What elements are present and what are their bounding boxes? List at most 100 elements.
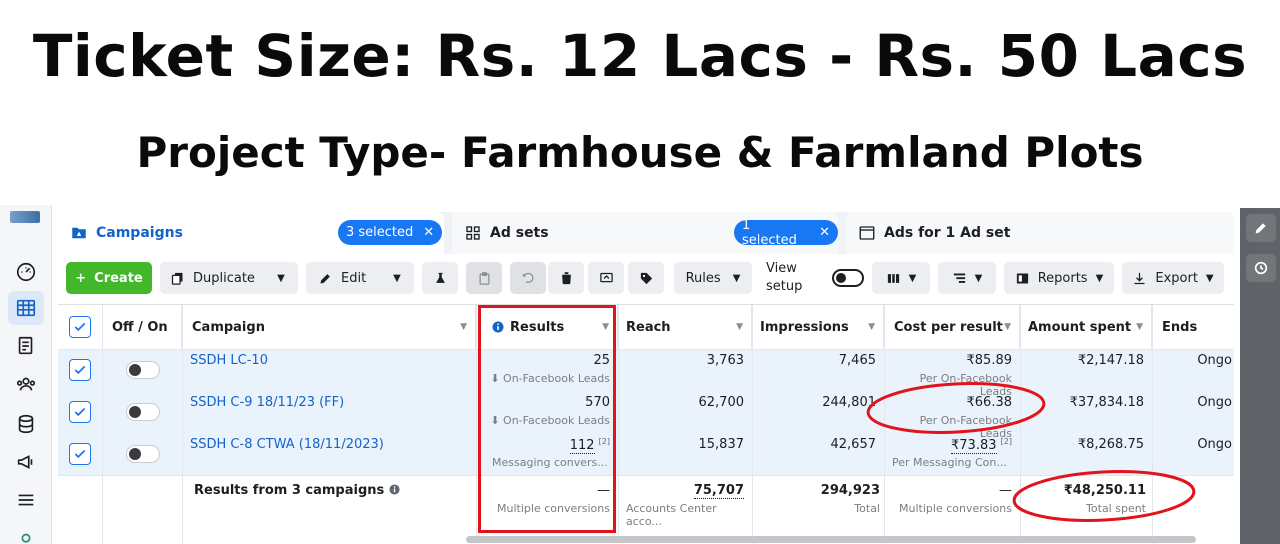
- close-icon[interactable]: ✕: [819, 225, 830, 240]
- download-icon: [1134, 272, 1145, 284]
- cost-per-result-value-text[interactable]: ₹73.83: [951, 438, 997, 455]
- totals-results-value: —: [597, 483, 610, 498]
- share-preview-button[interactable]: [588, 262, 624, 294]
- edit-label: Edit: [341, 270, 367, 286]
- tab-ads[interactable]: Ads for 1 Ad set: [846, 212, 1234, 254]
- close-icon[interactable]: ✕: [423, 225, 434, 240]
- campaigns-selected-count: 3 selected: [346, 225, 414, 240]
- totals-reach-text[interactable]: 75,707: [693, 483, 744, 499]
- campaign-toggle[interactable]: [126, 445, 160, 463]
- campaign-name-link[interactable]: SSDH C-9 18/11/23 (FF): [190, 395, 344, 410]
- menu-icon[interactable]: [8, 483, 44, 517]
- page-title: Ticket Size: Rs. 12 Lacs - Rs. 50 Lacs: [32, 22, 1248, 90]
- caret-down-icon: ▼: [732, 272, 741, 284]
- reports-button[interactable]: Reports ▼: [1004, 262, 1114, 294]
- totals-results-subtitle: Multiple conversions: [497, 502, 610, 515]
- tag-button[interactable]: [628, 262, 664, 294]
- adsets-selected-badge[interactable]: 1 selected ✕: [734, 217, 838, 248]
- ends-value: Ongo: [1197, 353, 1232, 368]
- row-checkbox[interactable]: [69, 443, 91, 465]
- pages-icon[interactable]: [8, 329, 44, 363]
- clipboard-icon: [479, 271, 489, 285]
- delete-button[interactable]: [548, 262, 584, 294]
- header-campaign[interactable]: Campaign ▼: [192, 305, 476, 349]
- results-subtitle-text: On-Facebook Leads: [503, 372, 610, 385]
- header-impressions[interactable]: Impressions ▼: [760, 305, 884, 349]
- caret-down-icon: ▼: [736, 322, 743, 332]
- header-campaign-label: Campaign: [192, 319, 265, 335]
- trash-icon: [561, 271, 571, 284]
- campaign-toggle[interactable]: [126, 403, 160, 421]
- caret-down-icon: ▼: [868, 322, 875, 332]
- amount-spent-value: ₹8,268.75: [1077, 437, 1144, 452]
- megaphone-icon[interactable]: [8, 445, 44, 479]
- audiences-icon[interactable]: [8, 367, 44, 401]
- check-icon: [74, 449, 86, 459]
- location-icon[interactable]: [8, 523, 44, 544]
- info-icon[interactable]: [389, 484, 400, 495]
- reports-label: Reports: [1037, 270, 1088, 286]
- caret-down-icon: ▼: [393, 272, 401, 284]
- ends-value: Ongo: [1197, 395, 1232, 410]
- adsets-selected-count: 1 selected: [742, 217, 797, 248]
- dashboard-icon[interactable]: [8, 255, 44, 289]
- create-button[interactable]: + Create: [66, 262, 152, 294]
- clipboard-button[interactable]: [466, 262, 502, 294]
- clock-icon[interactable]: [1246, 254, 1276, 282]
- header-results[interactable]: Results ▼: [486, 305, 618, 349]
- columns-button[interactable]: ▼: [872, 262, 930, 294]
- tab-ads-label: Ads for 1 Ad set: [884, 225, 1011, 241]
- results-value-text[interactable]: 112: [569, 438, 595, 455]
- campaigns-selected-badge[interactable]: 3 selected ✕: [338, 220, 443, 245]
- pencil-icon[interactable]: [1246, 214, 1276, 242]
- duplicate-label: Duplicate: [193, 270, 255, 286]
- edit-dropdown-button[interactable]: ▼: [380, 262, 414, 294]
- table-grid-icon[interactable]: [8, 291, 44, 325]
- totals-amount-spent-subtitle: Total spent: [1086, 502, 1146, 515]
- tab-adsets[interactable]: Ad sets 1 selected ✕: [452, 212, 838, 254]
- tag-icon: [640, 272, 652, 284]
- reach-value: 62,700: [698, 395, 745, 410]
- row-checkbox[interactable]: [69, 401, 91, 423]
- cost-per-result-value: ₹85.89: [966, 353, 1013, 368]
- create-label: Create: [94, 270, 143, 286]
- campaign-name-link[interactable]: SSDH C-8 CTWA (18/11/2023): [190, 437, 384, 452]
- undo-button[interactable]: [510, 262, 546, 294]
- row-checkbox[interactable]: [69, 359, 91, 381]
- cost-per-result-value: ₹66.38: [966, 395, 1013, 410]
- header-reach[interactable]: Reach ▼: [626, 305, 752, 349]
- caret-down-icon: ▼: [1136, 322, 1143, 332]
- database-icon[interactable]: [8, 407, 44, 441]
- tab-adsets-label: Ad sets: [490, 225, 549, 241]
- ab-test-button[interactable]: [422, 262, 458, 294]
- caret-down-icon: ▼: [1004, 322, 1011, 332]
- header-amount-spent[interactable]: Amount spent ▼: [1028, 305, 1152, 349]
- header-ends[interactable]: Ends: [1162, 305, 1234, 349]
- flask-icon: [435, 272, 445, 283]
- toolbar: + Create Duplicate ▼ Edit ▼ Rules ▼ View…: [58, 254, 1234, 304]
- campaign-name-link[interactable]: SSDH LC-10: [190, 353, 268, 368]
- view-setup-toggle[interactable]: [832, 269, 864, 287]
- duplicate-dropdown-button[interactable]: ▼: [264, 262, 298, 294]
- breakdown-button[interactable]: ▼: [938, 262, 996, 294]
- impressions-value: 244,801: [822, 395, 876, 410]
- amount-spent-value: ₹37,834.18: [1069, 395, 1144, 410]
- tab-campaigns-label: Campaigns: [96, 225, 183, 241]
- impressions-value: 7,465: [838, 353, 876, 368]
- horizontal-scrollbar[interactable]: [466, 536, 1196, 543]
- tab-campaigns[interactable]: Campaigns 3 selected ✕: [58, 212, 444, 254]
- header-cost-per-result[interactable]: Cost per result ▼: [894, 305, 1020, 349]
- totals-label: Results from 3 campaigns: [194, 483, 400, 498]
- totals-reach-subtitle: Accounts Center acco...: [626, 502, 717, 528]
- caret-down-icon: ▼: [602, 322, 609, 332]
- grid-icon: [466, 226, 480, 240]
- left-nav-rail: [0, 205, 52, 544]
- header-off-on[interactable]: Off / On: [112, 305, 182, 349]
- totals-cost-per-result-value: —: [999, 483, 1012, 498]
- caret-down-icon: ▼: [1095, 272, 1104, 284]
- export-button[interactable]: Export ▼: [1122, 262, 1224, 294]
- campaign-toggle[interactable]: [126, 361, 160, 379]
- rules-button[interactable]: Rules ▼: [674, 262, 752, 294]
- check-icon: [74, 407, 86, 417]
- select-all-checkbox[interactable]: [69, 316, 91, 338]
